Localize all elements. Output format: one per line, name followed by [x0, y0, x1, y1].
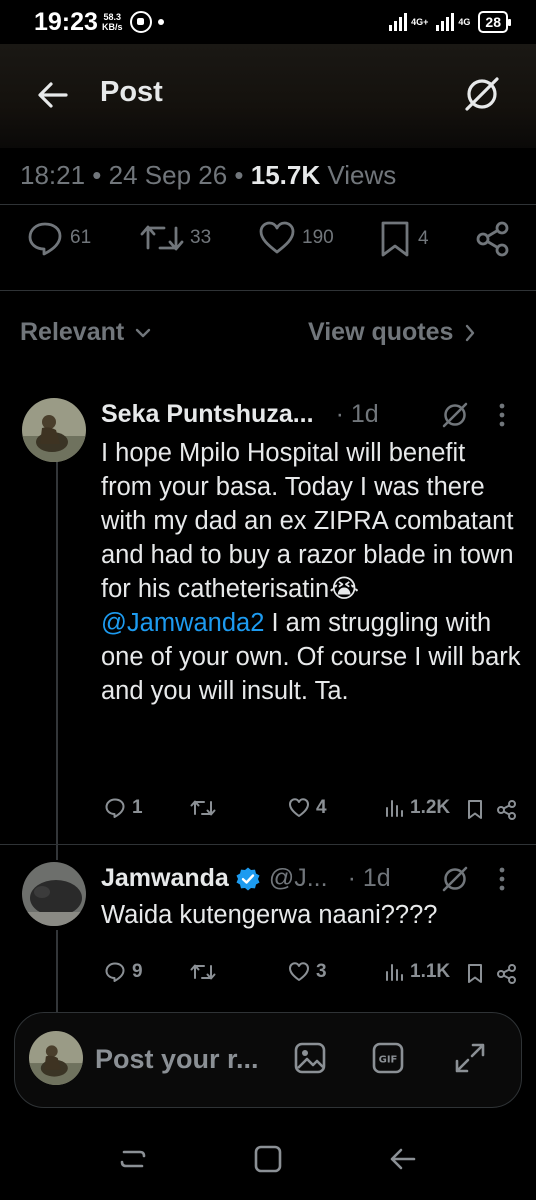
reply-input[interactable]: Post your r... [95, 1044, 259, 1075]
avatar [29, 1031, 83, 1085]
bookmark-icon[interactable] [466, 963, 484, 985]
share-icon[interactable] [496, 963, 518, 985]
mention-link[interactable]: @Jamwanda2 [101, 609, 264, 637]
network-type-1: 4G+ [411, 16, 429, 27]
recent-apps-icon[interactable] [116, 1142, 150, 1176]
back-icon[interactable] [386, 1142, 420, 1176]
share-button[interactable] [474, 220, 512, 258]
repost-button[interactable] [190, 961, 222, 983]
reply-button[interactable]: 9 [104, 961, 143, 983]
expand-icon[interactable] [453, 1041, 487, 1075]
analytics-icon [386, 800, 403, 817]
reply-icon [105, 798, 125, 818]
post-time: 18:21 [20, 160, 86, 190]
chevron-right-icon [466, 324, 475, 341]
more-options-icon[interactable] [496, 401, 508, 429]
home-icon[interactable] [251, 1142, 285, 1176]
svg-text:GIF: GIF [379, 1055, 398, 1066]
system-navigation-bar [0, 1120, 536, 1200]
battery-indicator: 28 [478, 11, 511, 33]
views-stat[interactable]: 1.2K [384, 797, 450, 819]
page-title: Post [100, 76, 163, 108]
post-actions-bar: 61 33 190 4 [0, 220, 536, 264]
share-icon[interactable] [496, 799, 518, 821]
sort-dropdown[interactable]: Relevant [20, 318, 152, 347]
reply-text: Waida kutengerwa naani???? [101, 901, 438, 929]
bookmark-count: 4 [418, 228, 429, 249]
reply-header: Jamwanda @J... · 1d [101, 864, 391, 893]
heart-icon [289, 962, 309, 981]
repost-icon [190, 964, 216, 980]
bookmark-button[interactable]: 4 [378, 220, 429, 258]
view-quotes-label: View quotes [308, 318, 454, 346]
repost-icon [140, 225, 184, 251]
post-meta: 18:21 • 24 Sep 26 • 15.7K Views [20, 160, 397, 190]
reply-time: · 1d [335, 400, 379, 428]
reply-icon [28, 222, 62, 256]
bookmark-icon [381, 221, 409, 257]
reply-count: 61 [70, 227, 92, 248]
like-button[interactable]: 4 [288, 797, 327, 819]
like-count: 190 [302, 227, 334, 248]
like-button[interactable]: 3 [288, 961, 327, 983]
reply-header: Seka Puntshuza... · 1d [101, 400, 379, 429]
bookmark-icon[interactable] [466, 799, 484, 821]
views-stat[interactable]: 1.1K [384, 961, 450, 983]
heart-icon [289, 798, 309, 817]
signal-icon [389, 13, 408, 31]
view-quotes-link[interactable]: View quotes [308, 318, 477, 347]
author-name[interactable]: Seka Puntshuza... [101, 400, 314, 429]
divider [0, 290, 536, 291]
reply-button[interactable]: 61 [26, 220, 91, 256]
gif-icon[interactable]: GIF [371, 1041, 405, 1075]
status-bar: 19:23 58.3 KB/s 4G+ 4G 28 [0, 0, 536, 44]
back-arrow-icon[interactable] [36, 78, 70, 112]
repost-count: 33 [190, 227, 212, 248]
thread-line [56, 930, 58, 1020]
like-button[interactable]: 190 [258, 220, 334, 256]
thread-line [56, 455, 58, 860]
status-time: 19:23 [34, 7, 98, 36]
author-name[interactable]: Jamwanda [101, 864, 229, 893]
post-header: Post [0, 44, 536, 148]
notification-dot-icon [158, 19, 165, 25]
sort-label: Relevant [20, 318, 125, 346]
repost-button[interactable]: 33 [140, 220, 211, 256]
image-icon[interactable] [293, 1041, 327, 1075]
divider [0, 204, 536, 205]
chevron-down-icon [136, 328, 151, 337]
repost-button[interactable] [190, 797, 222, 819]
network-speed: 58.3 KB/s [101, 12, 123, 32]
reply-compose-bar[interactable]: Post your r... GIF [14, 1012, 522, 1108]
signal-icon [436, 13, 455, 31]
reply-button[interactable]: 1 [104, 797, 143, 819]
share-icon [476, 221, 509, 257]
reply-icon [105, 962, 125, 982]
views-count: 15.7K [250, 160, 321, 190]
grok-icon[interactable] [462, 74, 502, 114]
views-label: Views [320, 160, 397, 190]
grok-icon[interactable] [440, 400, 470, 430]
author-handle[interactable]: @J... [269, 864, 328, 893]
repost-icon [190, 800, 216, 816]
analytics-icon [386, 964, 403, 981]
avatar[interactable] [22, 398, 86, 462]
reply-text: I hope Mpilo Hospital will benefit from … [101, 439, 521, 705]
post-date: 24 Sep 26 [108, 160, 228, 190]
grok-icon[interactable] [440, 864, 470, 894]
heart-icon [259, 221, 295, 254]
network-type-2: 4G [458, 16, 471, 27]
whatsapp-icon [130, 11, 153, 33]
more-options-icon[interactable] [496, 865, 508, 893]
avatar[interactable] [22, 862, 86, 926]
reply-time: · 1d [347, 864, 391, 892]
verified-badge-icon [236, 867, 260, 890]
divider [0, 844, 536, 845]
